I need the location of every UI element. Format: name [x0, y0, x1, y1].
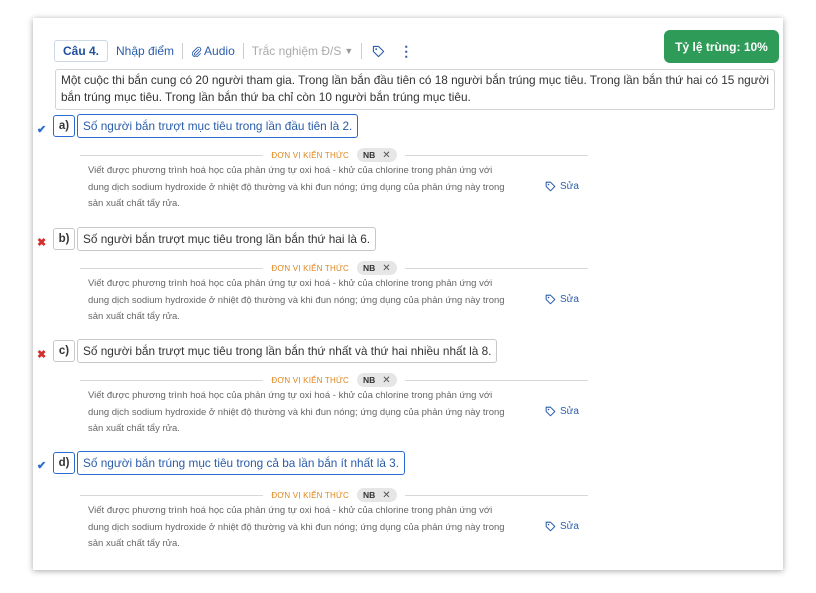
enter-score-link[interactable]: Nhập điểm [116, 44, 174, 58]
question-stem: Một cuộc thi bắn cung có 20 người tham g… [55, 69, 775, 110]
edit-label: Sửa [560, 521, 579, 532]
wrong-cross-icon: ✖ [37, 237, 47, 249]
knowledge-description: Viết được phương trình hoá học của phản … [88, 505, 505, 549]
option-letter-b[interactable]: b) [53, 228, 75, 250]
level-chip-label: NB [363, 150, 376, 160]
question-toolbar: Câu 4. Nhập điểm Audio Trắc nghiệm Đ/S ▼… [54, 40, 413, 62]
toolbar-divider [242, 43, 244, 59]
level-chip-label: NB [363, 490, 376, 500]
knowledge-unit-label: ĐƠN VỊ KIẾN THỨC [271, 375, 349, 385]
edit-label: Sửa [560, 181, 579, 192]
tag-icon [545, 521, 556, 532]
more-options-icon[interactable]: ⋮ [399, 43, 413, 60]
match-rate-badge: Tỷ lệ trùng: 10% [664, 30, 779, 63]
tag-icon [545, 294, 556, 305]
toolbar-divider [361, 43, 363, 59]
level-chip-label: NB [363, 375, 376, 385]
option-statement-a[interactable]: Số người bắn trượt mục tiêu trong lần đầ… [77, 114, 359, 138]
wrong-cross-icon: ✖ [37, 349, 47, 361]
level-chip-label: NB [363, 263, 376, 273]
tag-icon[interactable] [372, 45, 385, 58]
knowledge-description: Viết được phương trình hoá học của phản … [88, 390, 505, 434]
close-icon[interactable]: ✕ [382, 375, 390, 386]
question-type-select[interactable]: Trắc nghiệm Đ/S ▼ [252, 44, 354, 58]
knowledge-unit-line: ĐƠN VỊ KIẾN THỨC NB ✕ [80, 148, 589, 162]
knowledge-unit-line: ĐƠN VỊ KIẾN THỨC NB ✕ [80, 261, 589, 275]
level-chip: NB ✕ [357, 261, 397, 275]
tag-icon [545, 181, 556, 192]
option-letter-a[interactable]: a) [53, 115, 75, 137]
edit-label: Sửa [560, 406, 579, 417]
close-icon[interactable]: ✕ [382, 263, 390, 274]
option-statement-d[interactable]: Số người bắn trúng mục tiêu trong cả ba … [77, 451, 405, 475]
knowledge-description: Viết được phương trình hoá học của phản … [88, 278, 505, 322]
level-chip: NB ✕ [357, 148, 397, 162]
tag-icon [545, 406, 556, 417]
edit-label: Sửa [560, 294, 579, 305]
level-chip: NB ✕ [357, 373, 397, 387]
option-letter-d[interactable]: d) [53, 452, 75, 474]
knowledge-unit-line: ĐƠN VỊ KIẾN THỨC NB ✕ [80, 488, 589, 502]
chevron-down-icon: ▼ [344, 46, 354, 56]
question-type-label: Trắc nghiệm Đ/S [251, 44, 342, 58]
paperclip-icon [192, 46, 202, 57]
question-card: Câu 4. Nhập điểm Audio Trắc nghiệm Đ/S ▼… [33, 18, 783, 570]
audio-button[interactable]: Audio [191, 44, 235, 58]
close-icon[interactable]: ✕ [382, 150, 390, 161]
knowledge-description: Viết được phương trình hoá học của phản … [88, 165, 505, 209]
edit-button[interactable]: Sửa [545, 406, 579, 417]
knowledge-unit-label: ĐƠN VỊ KIẾN THỨC [271, 263, 349, 273]
knowledge-unit-line: ĐƠN VỊ KIẾN THỨC NB ✕ [80, 373, 589, 387]
option-statement-c[interactable]: Số người bắn trượt mục tiêu trong lần bắ… [77, 339, 498, 363]
close-icon[interactable]: ✕ [382, 490, 390, 501]
knowledge-unit-label: ĐƠN VỊ KIẾN THỨC [271, 490, 349, 500]
toolbar-divider [182, 43, 184, 59]
edit-button[interactable]: Sửa [545, 294, 579, 305]
level-chip: NB ✕ [357, 488, 397, 502]
correct-check-icon: ✔ [37, 460, 47, 472]
option-letter-c[interactable]: c) [53, 340, 75, 362]
option-statement-b[interactable]: Số người bắn trượt mục tiêu trong lần bắ… [77, 227, 377, 251]
question-number[interactable]: Câu 4. [54, 40, 109, 62]
edit-button[interactable]: Sửa [545, 181, 579, 192]
knowledge-unit-label: ĐƠN VỊ KIẾN THỨC [271, 150, 349, 160]
audio-label: Audio [204, 44, 235, 58]
correct-check-icon: ✔ [37, 124, 47, 136]
edit-button[interactable]: Sửa [545, 521, 579, 532]
